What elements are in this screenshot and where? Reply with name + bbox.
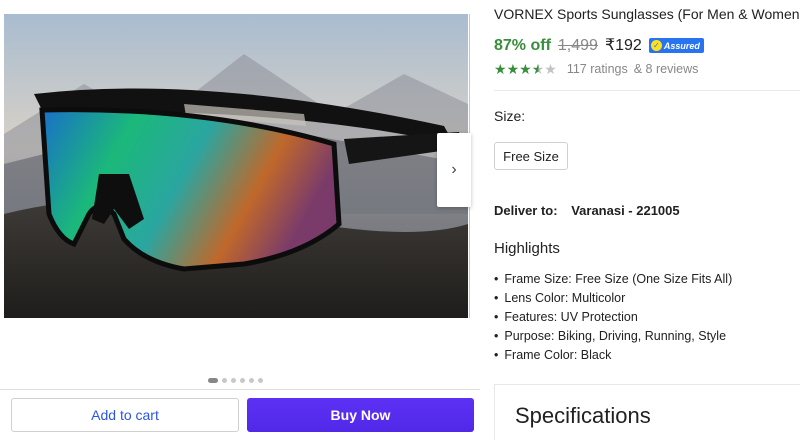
product-image[interactable] [4, 14, 468, 318]
add-to-cart-button[interactable]: Add to cart [11, 398, 239, 432]
gallery-next-button[interactable]: › [437, 133, 471, 207]
deliver-to-label: Deliver to: [494, 203, 558, 218]
rating-stars: ★ ★ ★ ★ ★ [494, 62, 557, 76]
chevron-right-icon: › [451, 161, 457, 178]
gallery-dot[interactable] [231, 378, 236, 383]
star-empty-icon: ★ [544, 61, 557, 77]
highlight-item: Lens Color: Multicolor [494, 289, 732, 308]
highlights-list: Frame Size: Free Size (One Size Fits All… [494, 270, 732, 365]
section-divider [494, 90, 800, 91]
gallery-dot[interactable] [258, 378, 263, 383]
highlight-item: Purpose: Biking, Driving, Running, Style [494, 327, 732, 346]
gallery-pagination [208, 378, 263, 383]
ratings-count: 117 ratings [566, 62, 628, 76]
highlight-item: Frame Color: Black [494, 346, 732, 365]
rating-row[interactable]: ★ ★ ★ ★ ★ 117 ratings & 8 reviews [494, 62, 698, 76]
specifications-title: Specifications [515, 403, 651, 428]
delivery-pincode: Varanasi - 221005 [571, 203, 680, 218]
gallery-dot[interactable] [222, 378, 227, 383]
reviews-count: & 8 reviews [633, 62, 699, 76]
gallery-dot[interactable] [208, 378, 218, 383]
highlight-item: Features: UV Protection [494, 308, 732, 327]
selling-price: ₹192 [604, 37, 642, 54]
price-row: 87% off 1,499 ₹192 ✓ Assured [494, 35, 704, 55]
discount-text: 87% off [494, 37, 551, 54]
highlights-title: Highlights [494, 240, 560, 257]
star-icon: ★ [494, 61, 507, 77]
gallery-dot[interactable] [249, 378, 254, 383]
product-title: VORNEX Sports Sunglasses (For Men & Wome… [494, 6, 800, 22]
original-price: 1,499 [557, 37, 598, 54]
size-option-free-size[interactable]: Free Size [494, 142, 568, 170]
actions-divider [0, 389, 480, 390]
size-label: Size: [494, 108, 526, 124]
assured-label: Assured [663, 40, 700, 51]
buy-now-button[interactable]: Buy Now [247, 398, 474, 432]
assured-badge: ✓ Assured [648, 38, 704, 53]
delivery-location[interactable]: Deliver to: Varanasi - 221005 [494, 203, 680, 218]
star-icon: ★ [506, 61, 520, 77]
half-star-icon: ★ [531, 61, 545, 77]
star-icon: ★ [519, 61, 532, 77]
highlight-item: Frame Size: Free Size (One Size Fits All… [494, 270, 732, 289]
gallery-dot[interactable] [240, 378, 245, 383]
assured-icon: ✓ [650, 40, 662, 51]
